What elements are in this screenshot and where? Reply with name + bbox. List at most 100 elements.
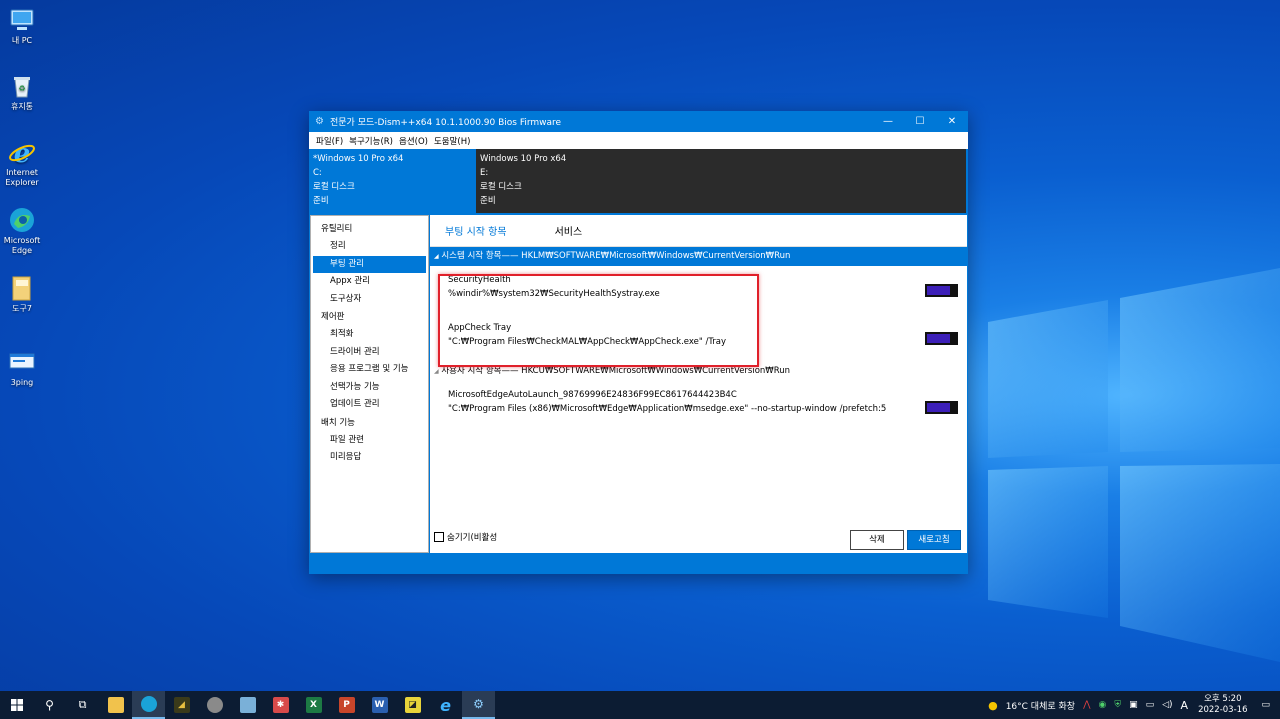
- minimize-button[interactable]: —: [872, 111, 904, 132]
- chevron-up-icon[interactable]: ⋀: [1083, 700, 1090, 710]
- entry-toggle[interactable]: [925, 284, 958, 297]
- network-icon[interactable]: ▭: [1146, 700, 1155, 710]
- desktop-icon-label: 내 PC: [11, 36, 33, 45]
- system-type: 로컬 디스크: [480, 182, 522, 192]
- desktop-icon-3ping[interactable]: 3ping: [0, 348, 44, 388]
- menu-file[interactable]: 파일(F): [313, 135, 346, 147]
- entry-command: "C:₩Program Files (x86)₩Microsoft₩Edge₩A…: [448, 404, 887, 414]
- task-view-button[interactable]: ⧉: [66, 691, 99, 719]
- desktop-icon-label: 도구7: [12, 304, 32, 313]
- word-icon: W: [371, 697, 388, 713]
- sidebar-item-updates[interactable]: 업데이트 관리: [311, 396, 428, 414]
- notification-icon[interactable]: ▭: [1261, 700, 1270, 710]
- taskbar-app-1[interactable]: ◢: [165, 691, 198, 719]
- sidebar-item-toolbox[interactable]: 도구상자: [311, 291, 428, 309]
- entry-command: %windir%₩system32₩SecurityHealthSystray.…: [448, 289, 660, 299]
- window-title: 전문가 모드-Dism++x64 10.1.1000.90 Bios Firmw…: [330, 118, 562, 128]
- recycle-bin-icon: ♻: [14, 77, 30, 98]
- section-title: 사용자 시작 항목—— HKCU₩SOFTWARE₩Microsoft₩Wind…: [441, 366, 791, 376]
- sidebar-item-answer-file[interactable]: 미리응답: [311, 449, 428, 467]
- svg-text:e: e: [14, 139, 31, 166]
- sidebar-item-boot-management[interactable]: 부팅 관리: [313, 255, 426, 273]
- task-view-icon: ⧉: [78, 698, 87, 711]
- sidebar-item-optimize[interactable]: 최적화: [311, 326, 428, 344]
- taskbar-ie[interactable]: e: [429, 691, 462, 719]
- app-tray-icon[interactable]: ▣: [1129, 700, 1138, 710]
- start-button[interactable]: [0, 691, 33, 719]
- desktop-icon-internet-explorer[interactable]: e Internet Explorer: [0, 138, 44, 188]
- main-panel: 부팅 시작 항목 서비스 ◢ 시스템 시작 항목—— HKLM₩SOFTWARE…: [430, 215, 967, 553]
- desktop-icon-label: 휴지통: [10, 102, 34, 111]
- hide-disabled-checkbox[interactable]: 숨기기(비활성: [434, 531, 497, 543]
- taskbar-app-4[interactable]: ✱: [264, 691, 297, 719]
- tab-startup-items[interactable]: 부팅 시작 항목: [445, 223, 507, 238]
- desktop-icon-tools7[interactable]: 도구7: [0, 274, 44, 314]
- taskbar: ⚲ ⧉ ◢ ✱ X P W ◪ e ⚙ ● 16°C 대체로 화창 ⋀ ◉ ⛨ …: [0, 691, 1280, 719]
- svg-text:♻: ♻: [18, 84, 25, 93]
- desktop-icon-recycle-bin[interactable]: ♻ 휴지통: [0, 72, 44, 112]
- sidebar-item-optional-features[interactable]: 선택가능 기능: [311, 379, 428, 397]
- taskbar-word[interactable]: W: [363, 691, 396, 719]
- folder-icon: [12, 276, 31, 301]
- refresh-button[interactable]: 새로고침: [907, 530, 961, 550]
- section-header-system[interactable]: ◢ 시스템 시작 항목—— HKLM₩SOFTWARE₩Microsoft₩Wi…: [430, 247, 967, 266]
- sidebar-group-utilities: 유틸리티: [321, 224, 353, 234]
- taskbar-edge[interactable]: [132, 691, 165, 719]
- sidebar-item-programs[interactable]: 응용 프로그램 및 기능: [311, 361, 428, 379]
- sidebar-group-control-panel: 제어판: [321, 312, 345, 322]
- edge-icon: [140, 696, 157, 712]
- delete-button[interactable]: 삭제: [850, 530, 904, 550]
- menu-recovery[interactable]: 복구기능(R): [346, 135, 396, 147]
- entry-toggle[interactable]: [925, 332, 958, 345]
- menu-help[interactable]: 도움말(H): [431, 135, 473, 147]
- section-title: 시스템 시작 항목—— HKLM₩SOFTWARE₩Microsoft₩Wind…: [441, 251, 791, 261]
- sidebar-item-files[interactable]: 파일 관련: [311, 432, 428, 450]
- system-card-e[interactable]: Windows 10 Pro x64 E: 로컬 디스크 준비: [476, 149, 966, 213]
- excel-icon: X: [305, 697, 322, 713]
- system-name: Windows 10 Pro x64: [480, 154, 567, 164]
- title-bar[interactable]: ⚙ 전문가 모드-Dism++x64 10.1.1000.90 Bios Fir…: [309, 111, 968, 132]
- body-area: 유틸리티 정리 부팅 관리 Appx 관리 도구상자 제어판 최적화 드라이버 …: [309, 215, 968, 553]
- desktop-icon-this-pc[interactable]: 내 PC: [0, 6, 44, 46]
- weather-text[interactable]: 16°C 대체로 화창: [1006, 699, 1075, 712]
- maximize-button[interactable]: ☐: [904, 111, 936, 132]
- taskbar-powerpoint[interactable]: P: [330, 691, 363, 719]
- tab-bar: 부팅 시작 항목 서비스: [430, 215, 967, 247]
- tray-app-icon[interactable]: ◉: [1098, 700, 1106, 710]
- ime-indicator[interactable]: A: [1181, 699, 1189, 712]
- taskbar-app-2[interactable]: [198, 691, 231, 719]
- desktop-icon-microsoft-edge[interactable]: Microsoft Edge: [0, 206, 44, 256]
- startup-entry: AppCheck Tray "C:₩Program Files₩CheckMAL…: [430, 314, 967, 362]
- taskbar-excel[interactable]: X: [297, 691, 330, 719]
- shield-icon[interactable]: ⛨: [1114, 700, 1121, 710]
- sidebar: 유틸리티 정리 부팅 관리 Appx 관리 도구상자 제어판 최적화 드라이버 …: [310, 215, 429, 553]
- checkbox-box: [434, 532, 444, 542]
- clock[interactable]: 오후 5:20 2022-03-16: [1198, 694, 1247, 716]
- system-tray: ● 16°C 대체로 화창 ⋀ ◉ ⛨ ▣ ▭ ◁) A 오후 5:20 202…: [984, 691, 1280, 719]
- collapse-icon: ◢: [434, 368, 439, 375]
- sidebar-group-batch: 배치 기능: [321, 417, 355, 428]
- taskbar-dism[interactable]: ⚙: [462, 691, 495, 719]
- folder-icon: [107, 697, 124, 713]
- sidebar-item-drivers[interactable]: 드라이버 관리: [311, 344, 428, 362]
- section-header-user[interactable]: ◢ 사용자 시작 항목—— HKCU₩SOFTWARE₩Microsoft₩Wi…: [430, 362, 967, 381]
- system-card-c[interactable]: *Windows 10 Pro x64 C: 로컬 디스크 준비: [309, 149, 476, 213]
- tab-services[interactable]: 서비스: [555, 223, 583, 238]
- volume-icon[interactable]: ◁): [1162, 700, 1172, 710]
- app-icon: ◢: [173, 697, 190, 713]
- system-drive: C:: [313, 168, 322, 178]
- sidebar-item-appx[interactable]: Appx 관리: [311, 273, 428, 291]
- taskbar-app-5[interactable]: ◪: [396, 691, 429, 719]
- taskbar-app-3[interactable]: [231, 691, 264, 719]
- close-button[interactable]: ✕: [936, 111, 968, 132]
- checkbox-label: 숨기기(비활성: [447, 533, 498, 543]
- sidebar-item-cleanup[interactable]: 정리: [311, 238, 428, 256]
- app-window-icon: [9, 353, 35, 369]
- system-name: *Windows 10 Pro x64: [313, 154, 404, 164]
- taskbar-explorer[interactable]: [99, 691, 132, 719]
- entry-toggle[interactable]: [925, 401, 958, 414]
- internet-explorer-icon: e: [9, 139, 35, 166]
- search-button[interactable]: ⚲: [33, 691, 66, 719]
- gear-icon: ⚙: [473, 697, 484, 711]
- menu-options[interactable]: 옵션(O): [396, 135, 431, 147]
